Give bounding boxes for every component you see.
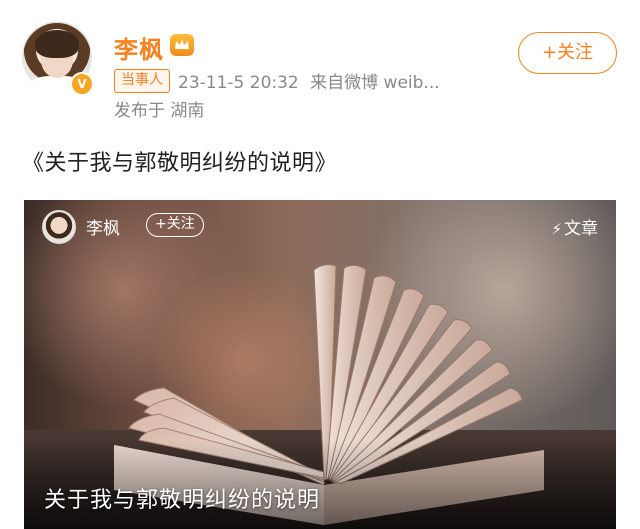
article-title[interactable]: 关于我与郭敬明纠纷的说明 — [44, 482, 320, 514]
post-meta: 23-11-5 20:32 来自微博 weib... — [178, 68, 446, 93]
article-card[interactable]: 李枫 +关注 ⚡ 文章 关于我与郭敬明纠纷的说明 — [24, 200, 616, 529]
post-location: 发布于 湖南 — [114, 101, 205, 121]
post-source[interactable]: 来自微博 weib... — [310, 73, 440, 93]
meta-row: 当事人 23-11-5 20:32 来自微博 weib... — [114, 68, 446, 93]
post-text: 《关于我与郭敬明纠纷的说明》 — [22, 151, 338, 176]
article-type-label: 文章 — [564, 219, 598, 239]
post-time: 23-11-5 20:32 — [178, 73, 299, 93]
article-type: ⚡ 文章 — [551, 214, 598, 239]
lightning-icon: ⚡ — [551, 220, 562, 238]
card-follow-button[interactable]: +关注 — [146, 213, 204, 237]
avatar-hair — [35, 30, 79, 58]
crown-icon[interactable] — [170, 34, 194, 56]
username[interactable]: 李枫 — [114, 30, 164, 65]
party-tag: 当事人 — [114, 68, 170, 93]
follow-button[interactable]: +关注 — [518, 32, 617, 74]
card-author[interactable]: 李枫 — [86, 214, 120, 239]
verified-icon: V — [70, 72, 94, 96]
card-avatar[interactable] — [42, 210, 76, 244]
